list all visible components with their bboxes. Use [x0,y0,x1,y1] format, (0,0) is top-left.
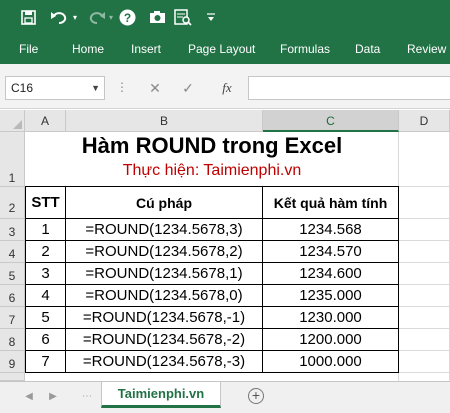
customize-qat-icon[interactable] [204,0,218,34]
table-cell-stt[interactable]: 2 [26,241,65,262]
redo-icon[interactable] [86,0,108,34]
print-preview-icon[interactable] [172,0,194,34]
table-cell-result[interactable]: 1200.000 [263,329,398,350]
table-cell-result[interactable]: 1230.000 [263,307,398,328]
table-cell-syntax[interactable]: =ROUND(1234.5678,0) [66,285,262,306]
help-icon[interactable]: ? [117,0,137,34]
row-header-2[interactable]: 2 [0,187,25,219]
name-box[interactable]: C16 ▼ [5,76,105,100]
header-syntax[interactable]: Cú pháp [66,187,262,218]
row-header-10[interactable]: 10 [0,373,25,381]
svg-text:?: ? [123,11,130,25]
table-cell-syntax[interactable]: =ROUND(1234.5678,-1) [66,307,262,328]
quick-access-toolbar: ▾ ▾ ? [0,0,450,34]
row-header-1[interactable]: 1 [0,132,25,187]
table-cell-syntax[interactable]: =ROUND(1234.5678,-2) [66,329,262,350]
ribbon-tabs: File Home Insert Page Layout Formulas Da… [0,34,450,64]
table-cell-stt[interactable]: 7 [26,351,65,372]
formula-bar: C16 ▼ ⋮ ✕ ✓ fx [0,64,450,109]
enter-check-icon[interactable]: ✓ [180,76,196,100]
scroll-left-icon[interactable]: ◀ [22,388,36,406]
select-all-corner[interactable] [0,110,25,132]
tab-insert[interactable]: Insert [131,34,161,64]
tab-formulas[interactable]: Formulas [280,34,330,64]
header-stt[interactable]: STT [26,187,65,218]
insert-function-icon[interactable]: fx [216,76,238,100]
tab-home[interactable]: Home [72,34,104,64]
column-header-d[interactable]: D [399,110,450,132]
more-sheets-left-icon[interactable]: ⋯ [80,388,94,406]
camera-icon[interactable] [147,0,167,34]
row-header-5[interactable]: 5 [0,263,25,285]
gridline [399,328,450,329]
header-result[interactable]: Kết quả hàm tính [263,187,398,218]
chevron-down-icon[interactable]: ▼ [91,77,100,99]
table-cell-stt[interactable]: 3 [26,263,65,284]
table-cell-result[interactable]: 1234.600 [263,263,398,284]
table-cell-result[interactable]: 1234.568 [263,219,398,240]
table-cell-stt[interactable]: 1 [26,219,65,240]
table-cell-stt[interactable]: 5 [26,307,65,328]
table-cell-syntax[interactable]: =ROUND(1234.5678,2) [66,241,262,262]
column-header-c[interactable]: C [263,110,399,132]
sheet-tab-active[interactable]: Taimienphi.vn [101,382,221,408]
tab-file[interactable]: File [19,34,38,64]
save-icon[interactable] [18,0,38,34]
table-cell-result[interactable]: 1234.570 [263,241,398,262]
redo-dropdown-icon[interactable]: ▾ [106,0,116,34]
tab-data[interactable]: Data [355,34,380,64]
undo-icon[interactable] [48,0,70,34]
gridline [399,240,450,241]
table-cell-syntax[interactable]: =ROUND(1234.5678,3) [66,219,262,240]
table-border [398,186,399,373]
row-header-9[interactable]: 9 [0,351,25,373]
gridline [399,186,450,187]
scroll-right-icon[interactable]: ▶ [46,388,60,406]
column-header-b[interactable]: B [66,110,263,132]
row-header-7[interactable]: 7 [0,307,25,329]
sheet-subtitle: Thực hiện: Taimienphi.vn [122,162,302,179]
row-header-3[interactable]: 3 [0,219,25,241]
tab-page-layout[interactable]: Page Layout [188,34,255,64]
sheet-tab-bar: ◀ ▶ ⋯ Taimienphi.vn + [0,381,450,413]
row-header-8[interactable]: 8 [0,329,25,351]
add-sheet-icon[interactable]: + [248,388,264,404]
row-header-6[interactable]: 6 [0,285,25,307]
table-border [25,372,399,373]
column-header-a[interactable]: A [25,110,66,132]
table-cell-result[interactable]: 1000.000 [263,351,398,372]
gridline [399,218,450,219]
table-cell-syntax[interactable]: =ROUND(1234.5678,1) [66,263,262,284]
row-header-4[interactable]: 4 [0,241,25,263]
gridline [399,262,450,263]
table-cell-syntax[interactable]: =ROUND(1234.5678,-3) [66,351,262,372]
gridline [399,350,450,351]
table-cell-stt[interactable]: 4 [26,285,65,306]
tab-review[interactable]: Review [407,34,446,64]
gridline [399,306,450,307]
undo-dropdown-icon[interactable]: ▾ [70,0,80,34]
drag-handle-icon[interactable]: ⋮ [116,76,128,100]
cancel-icon[interactable]: ✕ [147,76,163,100]
name-box-value: C16 [11,81,34,95]
sheet-title: Hàm ROUND trong Excel [81,133,343,158]
table-cell-stt[interactable]: 6 [26,329,65,350]
gridline [399,284,450,285]
table-cell-result[interactable]: 1235.000 [263,285,398,306]
formula-input[interactable] [248,76,450,100]
